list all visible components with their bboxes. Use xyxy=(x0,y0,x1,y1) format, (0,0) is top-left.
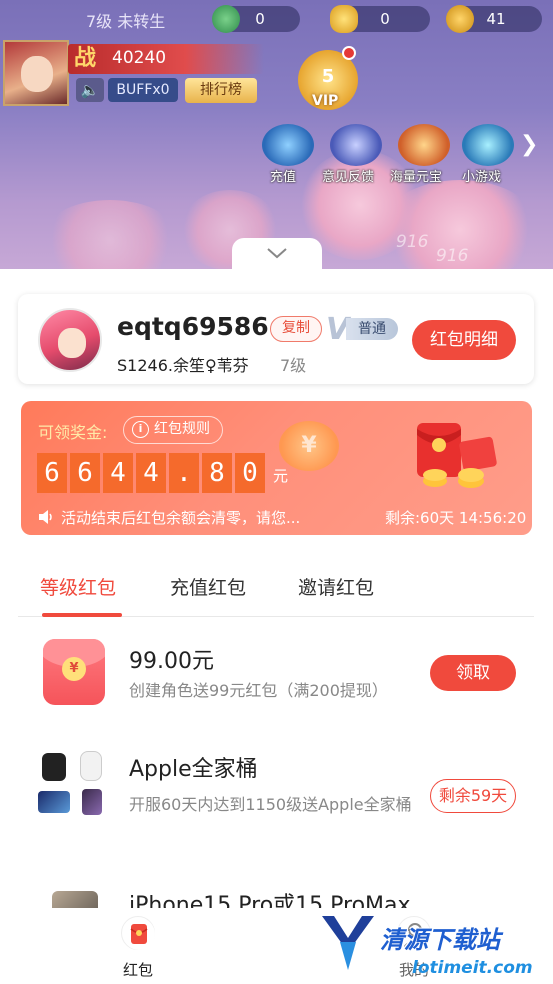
vip-level: 5 xyxy=(321,66,335,87)
tab-invite-redpacket[interactable]: 邀请红包 xyxy=(298,573,374,600)
gold-ingot-icon xyxy=(330,5,358,33)
collapse-panel-button[interactable] xyxy=(232,238,322,272)
amount-unit: 元 xyxy=(273,467,289,485)
reward-title: 可领奖金: xyxy=(38,423,108,442)
amount-digit: 6 xyxy=(37,453,67,493)
amount-digit: 4 xyxy=(103,453,133,493)
copy-button[interactable]: 复制 xyxy=(270,316,322,342)
user-level: 7级 xyxy=(280,356,307,375)
ingot-shop-label: 海量元宝 xyxy=(390,170,443,185)
amount-digit: 4 xyxy=(136,453,166,493)
chevron-right-icon[interactable]: ❯ xyxy=(520,132,538,157)
yuan-coin-icon: ¥ xyxy=(279,421,339,471)
minigame-icon[interactable] xyxy=(462,124,514,166)
airpods-icon xyxy=(80,751,102,781)
amount-digit: 8 xyxy=(202,453,232,493)
chevron-down-icon xyxy=(267,248,287,259)
ingot-shop-icon[interactable] xyxy=(398,124,450,166)
macbook-icon xyxy=(38,791,70,813)
member-tier-label: 普通 xyxy=(346,318,398,340)
watermark-logo-icon xyxy=(322,916,374,970)
blossom-decoration xyxy=(40,200,180,270)
redpacket-detail-button[interactable]: 红包明细 xyxy=(412,320,516,360)
item-title: Apple全家桶 xyxy=(129,757,258,782)
member-tier-badge: V 普通 xyxy=(326,312,398,347)
speaker-icon: 🔈 xyxy=(80,81,100,99)
damage-number: 916 xyxy=(396,232,429,252)
resource-coin-value: 41 xyxy=(486,10,506,28)
server-role-name: S1246.余笙♀苇芬 xyxy=(117,356,249,375)
yuan-icon: ¥ xyxy=(62,657,86,681)
nav-redpacket-label: 红包 xyxy=(122,961,153,979)
site-watermark: 清源下载站 lotimeit.com xyxy=(318,912,538,982)
tab-level-redpacket[interactable]: 等级红包 xyxy=(40,573,116,600)
reward-amount: 6 6 4 4 . 8 0 xyxy=(37,453,265,493)
reward-balance-card: 可领奖金: i 红包规则 ¥ 6 6 4 4 . 8 0 元 活动结束后红包余额… xyxy=(21,401,532,535)
avatar-face xyxy=(58,328,86,358)
amount-digit: 0 xyxy=(235,453,265,493)
active-tab-indicator xyxy=(42,613,122,617)
rules-label: 红包规则 xyxy=(154,421,210,437)
buff-indicator[interactable]: BUFFx0 xyxy=(108,78,178,102)
jade-icon xyxy=(212,5,240,33)
watermark-url: lotimeit.com xyxy=(412,958,533,978)
watch-icon xyxy=(42,753,66,781)
sound-toggle-button[interactable]: 🔈 xyxy=(76,78,104,102)
minigame-label: 小游戏 xyxy=(462,170,502,185)
feedback-label: 意见反馈 xyxy=(322,170,375,185)
watermark-text: 清源下载站 xyxy=(380,926,500,954)
claim-button[interactable]: 领取 xyxy=(430,655,516,691)
amount-digit: 6 xyxy=(70,453,100,493)
resource-ingot-value: 0 xyxy=(380,10,390,28)
username: eqtq69586 xyxy=(117,312,269,341)
amount-digit: . xyxy=(169,453,199,493)
list-item: ¥ 99.00元 创建角色送99元红包（满200提现） 领取 xyxy=(0,639,553,719)
nav-redpacket[interactable]: 红包 xyxy=(98,916,178,980)
remaining-time: 剩余:60天 14:56:20 xyxy=(385,509,527,527)
game-level-status: 7级 未转生 xyxy=(86,12,166,31)
user-info-card: eqtq69586 复制 V 普通 S1246.余笙♀苇芬 7级 红包明细 xyxy=(18,294,534,384)
resource-jade-value: 0 xyxy=(255,10,265,28)
redpacket-tabs: 等级红包 充值红包 邀请红包 xyxy=(18,559,534,617)
redpacket-panel: eqtq69586 复制 V 普通 S1246.余笙♀苇芬 7级 红包明细 可领… xyxy=(0,269,553,984)
power-value: 40240 xyxy=(112,48,167,68)
info-icon: i xyxy=(132,421,149,438)
user-avatar xyxy=(38,308,102,372)
damage-number: 916 xyxy=(436,246,469,266)
game-avatar[interactable] xyxy=(3,40,69,106)
rules-button[interactable]: i 红包规则 xyxy=(123,416,223,444)
avatar-face xyxy=(21,56,53,92)
resource-gold-ingot: 0 xyxy=(330,5,430,33)
tab-recharge-redpacket[interactable]: 充值红包 xyxy=(170,573,246,600)
apple-products-icon xyxy=(38,749,110,819)
recharge-icon[interactable] xyxy=(262,124,314,166)
red-envelope-icon xyxy=(417,423,497,488)
vip-notification-dot xyxy=(342,46,356,60)
vip-label: VIP xyxy=(312,93,339,109)
red-envelope-icon: ¥ xyxy=(43,639,105,705)
leaderboard-button[interactable]: 排行榜 xyxy=(185,78,257,103)
recharge-label: 充值 xyxy=(270,170,297,185)
power-badge: 战 xyxy=(74,46,97,71)
item-title: 99.00元 xyxy=(129,649,214,674)
remaining-days-button[interactable]: 剩余59天 xyxy=(430,779,516,813)
notice-text: 活动结束后红包余额会清零，请您... xyxy=(61,509,301,527)
list-item: Apple全家桶 开服60天内达到1150级送Apple全家桶 剩余59天 xyxy=(0,749,553,849)
speaker-icon xyxy=(39,510,52,524)
ipad-icon xyxy=(82,789,102,815)
item-description: 创建角色送99元红包（满200提现） xyxy=(129,681,388,700)
resource-coin: 41 xyxy=(446,5,542,33)
resource-jade: 0 xyxy=(212,5,300,33)
redpacket-nav-icon xyxy=(121,916,155,950)
item-description: 开服60天内达到1150级送Apple全家桶 xyxy=(129,795,412,814)
game-top-bar: 7级 未转生 0 0 41 xyxy=(60,4,542,33)
feedback-icon[interactable] xyxy=(330,124,382,166)
game-background: 7级 未转生 0 0 41 战 40240 🔈 BUFFx0 排行榜 5 VIP… xyxy=(0,0,553,270)
coin-icon xyxy=(446,5,474,33)
